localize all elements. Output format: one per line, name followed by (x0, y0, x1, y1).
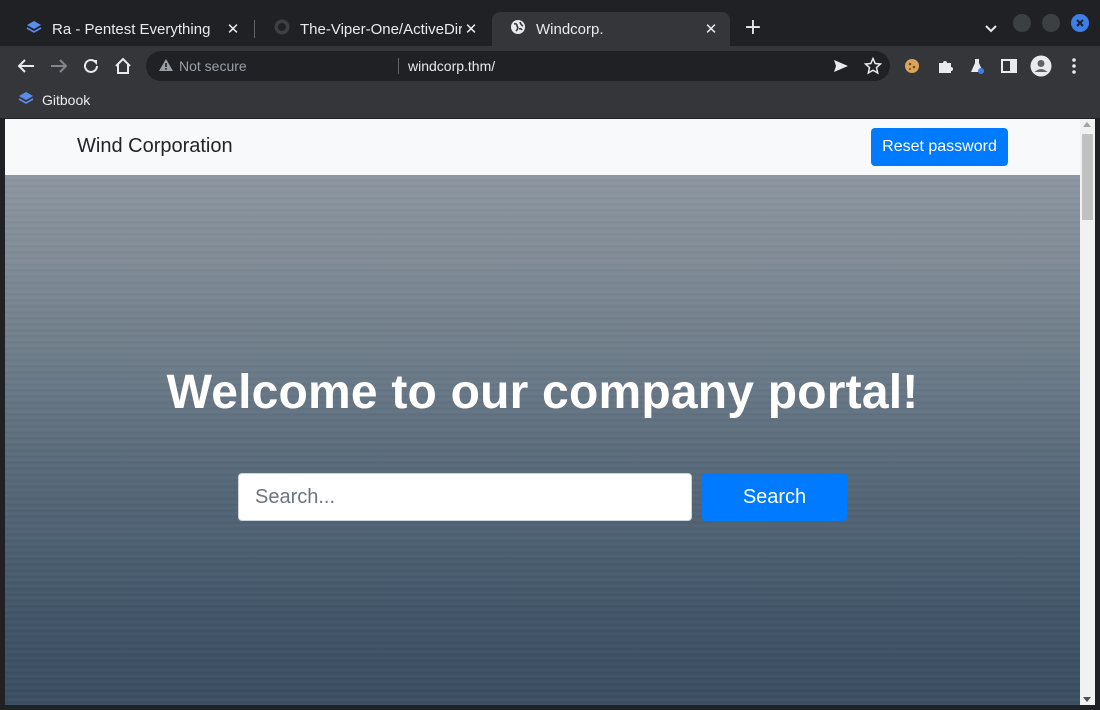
new-tab-button[interactable]: + (742, 16, 764, 40)
search-button[interactable]: Search (702, 473, 847, 521)
chevron-down-icon[interactable] (979, 17, 1003, 41)
github-icon (274, 19, 290, 39)
address-bar[interactable]: Not secure windcorp.thm/ (146, 51, 890, 81)
tab-strip: Ra - Pentest Everything ✕ The-Viper-One/… (0, 0, 1100, 46)
hero-section: Welcome to our company portal! Search (5, 175, 1080, 705)
home-icon[interactable] (111, 54, 135, 78)
globe-icon (510, 19, 526, 39)
scroll-thumb[interactable] (1082, 134, 1093, 220)
tab-title: The-Viper-One/ActiveDire (300, 20, 462, 38)
scroll-up-arrow-icon[interactable] (1083, 122, 1091, 127)
window-frame (0, 119, 5, 710)
menu-kebab-icon[interactable] (1062, 54, 1086, 78)
side-panel-icon[interactable] (997, 54, 1021, 78)
tab-windcorp[interactable]: Windcorp. ✕ (492, 12, 730, 46)
close-icon[interactable]: ✕ (702, 20, 720, 38)
tab-title: Ra - Pentest Everything (52, 20, 211, 38)
bookmark-star-icon[interactable] (863, 56, 883, 78)
brand-link[interactable]: Wind Corporation (77, 135, 233, 158)
close-window-button[interactable] (1071, 14, 1089, 32)
tab-title: Windcorp. (536, 20, 604, 38)
search-input[interactable] (238, 473, 692, 521)
bookmarks-bar: Gitbook (0, 86, 1100, 118)
hero-title: Welcome to our company portal! (166, 366, 919, 419)
tab-separator (254, 20, 255, 38)
url-text[interactable]: windcorp.thm/ (408, 58, 495, 74)
scroll-down-arrow-icon[interactable] (1083, 697, 1091, 702)
tab-viper-one[interactable]: The-Viper-One/ActiveDire ✕ (256, 12, 490, 46)
bookmark-label: Gitbook (42, 91, 91, 108)
gitbook-icon (26, 20, 42, 38)
forward-arrow-icon[interactable] (47, 54, 71, 78)
flask-extension-icon[interactable] (965, 54, 989, 78)
page-viewport: Wind Corporation Reset password Welcome … (5, 119, 1080, 705)
profile-avatar-icon[interactable] (1029, 54, 1053, 78)
close-icon[interactable]: ✕ (224, 20, 242, 38)
cookie-extension-icon[interactable] (900, 54, 924, 78)
reload-icon[interactable] (79, 54, 103, 78)
security-label[interactable]: Not secure (179, 58, 247, 74)
back-arrow-icon[interactable] (14, 54, 38, 78)
send-icon[interactable] (832, 57, 850, 78)
puzzle-extension-icon[interactable] (933, 54, 957, 78)
warning-icon[interactable] (158, 58, 174, 75)
site-navbar: Wind Corporation Reset password (5, 119, 1080, 175)
page-scrollbar[interactable] (1080, 119, 1095, 705)
browser-toolbar: Not secure windcorp.thm/ (0, 46, 1100, 86)
reset-password-button[interactable]: Reset password (871, 128, 1008, 166)
tab-ra-pentest[interactable]: Ra - Pentest Everything ✕ (8, 12, 252, 46)
maximize-button[interactable] (1042, 14, 1060, 32)
window-frame (0, 705, 1100, 710)
gitbook-icon (18, 91, 34, 108)
bookmark-gitbook[interactable]: Gitbook (18, 91, 90, 108)
minimize-button[interactable] (1013, 14, 1031, 32)
close-icon[interactable]: ✕ (462, 20, 480, 38)
ocean-background (5, 175, 1080, 705)
window-frame (1095, 119, 1100, 710)
divider (398, 58, 399, 74)
